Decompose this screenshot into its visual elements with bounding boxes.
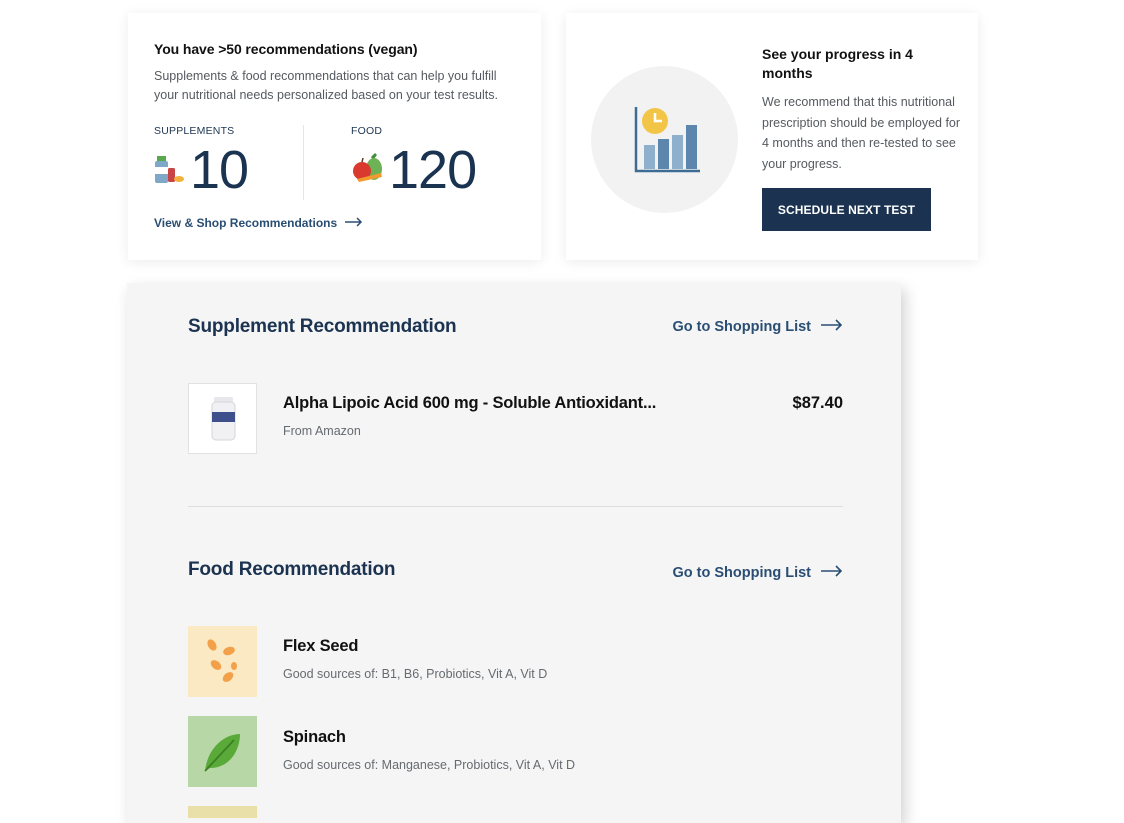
supplements-count: 10 (190, 140, 249, 200)
supplement-shopping-list-label: Go to Shopping List (672, 319, 811, 335)
section-divider (188, 506, 843, 507)
supplements-stat: SUPPLEMENTS 10 (154, 125, 249, 200)
food-shopping-list-label: Go to Shopping List (672, 565, 811, 581)
product-thumbnail[interactable] (188, 383, 257, 454)
recommendation-stats: SUPPLEMENTS 10 FOOD 120 (154, 125, 514, 203)
recommendations-description: Supplements & food recommendations that … (154, 69, 498, 102)
food-label: FOOD (351, 125, 383, 137)
food-name[interactable]: Spinach (283, 728, 346, 747)
food-shopping-list-link[interactable]: Go to Shopping List (672, 565, 843, 581)
arrow-right-icon (821, 565, 843, 581)
progress-card: See your progress in 4 months We recomme… (566, 13, 978, 260)
recommendations-panel: Supplement Recommendation Go to Shopping… (127, 283, 901, 823)
arrow-right-icon (821, 319, 843, 335)
supplement-source: From Amazon (283, 424, 361, 438)
food-sources: Good sources of: B1, B6, Probiotics, Vit… (283, 667, 548, 681)
supplement-shopping-list-link[interactable]: Go to Shopping List (672, 319, 843, 335)
supplement-section-header: Supplement Recommendation Go to Shopping… (188, 316, 843, 338)
food-count: 120 (389, 140, 477, 200)
progress-description: We recommend that this nutritional presc… (762, 95, 961, 171)
supplements-label: SUPPLEMENTS (154, 125, 235, 137)
flax-seed-icon (207, 639, 237, 682)
food-stat: FOOD 120 (351, 125, 477, 200)
supplement-bottles-icon (154, 152, 186, 189)
food-section-title: Food Recommendation (188, 559, 396, 580)
stats-divider (303, 125, 304, 200)
food-section-header: Food Recommendation Go to Shopping List (188, 559, 843, 581)
view-shop-recommendations-label: View & Shop Recommendations (154, 216, 338, 230)
supplement-section-title: Supplement Recommendation (188, 316, 457, 337)
recommendations-title: You have >50 recommendations (vegan) (154, 41, 418, 57)
supplement-bottle-icon (211, 397, 236, 441)
schedule-next-test-button[interactable]: SCHEDULE NEXT TEST (762, 188, 931, 231)
supplement-name[interactable]: Alpha Lipoic Acid 600 mg - Soluble Antio… (283, 394, 656, 413)
recommendations-summary-card: You have >50 recommendations (vegan) Sup… (128, 13, 541, 260)
spinach-leaf-icon (204, 734, 240, 772)
arrow-right-icon (345, 216, 363, 230)
view-shop-recommendations-link[interactable]: View & Shop Recommendations (154, 216, 363, 230)
progress-title: See your progress in 4 months (762, 46, 913, 81)
bar-chart-clock-icon (634, 107, 700, 173)
food-thumbnail[interactable] (188, 626, 257, 697)
food-sources: Good sources of: Manganese, Probiotics, … (283, 758, 576, 772)
food-name[interactable]: Flex Seed (283, 637, 358, 656)
food-thumbnail[interactable] (188, 716, 257, 787)
progress-chart-illustration (591, 66, 738, 213)
supplement-price: $87.40 (792, 394, 843, 412)
food-produce-icon (351, 151, 385, 190)
